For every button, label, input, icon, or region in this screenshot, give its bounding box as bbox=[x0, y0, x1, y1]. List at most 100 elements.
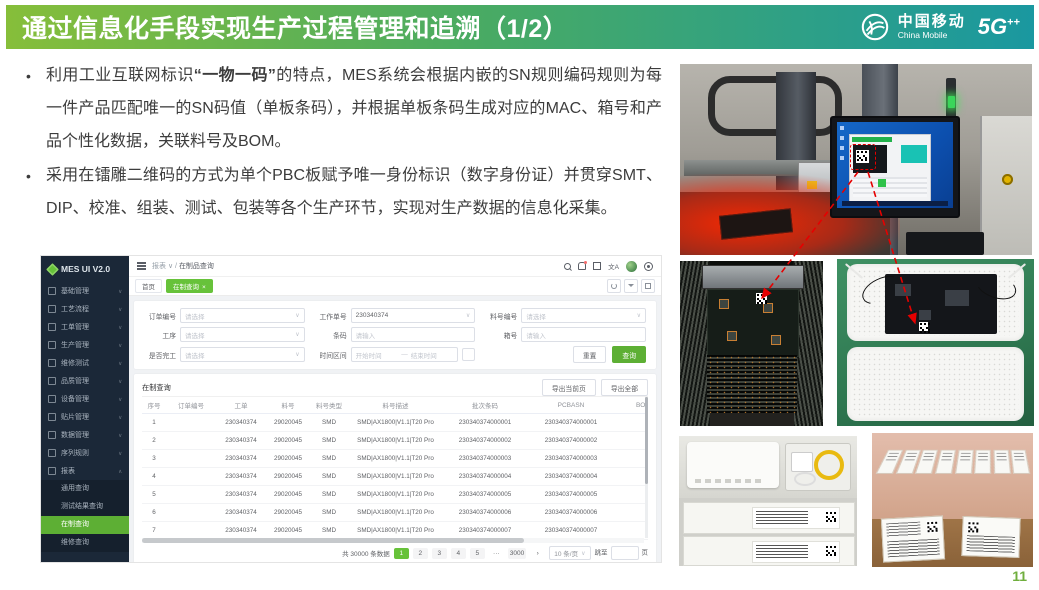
table-cell: 230340374000006 bbox=[443, 504, 527, 522]
sidebar-subitem[interactable]: 通用查询 bbox=[41, 480, 129, 498]
brand-cn: 中国移动 bbox=[898, 14, 966, 29]
tab-home[interactable]: 首页 bbox=[135, 279, 162, 293]
search-icon[interactable] bbox=[564, 263, 571, 270]
table-cell: SMD|AX1800|V1.1|T20 Pro bbox=[348, 486, 443, 504]
table-row[interactable]: 123034037429020045SMDSMD|AX1800|V1.1|T20… bbox=[142, 414, 648, 432]
page-number-button[interactable]: 4 bbox=[451, 548, 466, 559]
language-icon[interactable]: 文A bbox=[608, 261, 619, 271]
sidebar-item[interactable]: 数据管理∨ bbox=[41, 426, 129, 444]
breadcrumb-root[interactable]: 报表 bbox=[152, 263, 166, 270]
input-field[interactable]: 请输入 bbox=[521, 327, 646, 342]
close-icon[interactable]: × bbox=[202, 284, 206, 291]
chevron-down-icon[interactable] bbox=[624, 279, 638, 293]
select-field[interactable]: 请选择∨ bbox=[180, 308, 305, 323]
table-cell: 230340374000004 bbox=[443, 468, 527, 486]
table-row[interactable]: 223034037429020045SMDSMD|AX1800|V1.1|T20… bbox=[142, 432, 648, 450]
input-field[interactable]: 开始时间—结束时间 bbox=[351, 347, 459, 362]
export-all-button[interactable]: 导出全部 bbox=[601, 379, 648, 396]
qr-code bbox=[825, 511, 837, 523]
refresh-icon[interactable] bbox=[607, 279, 621, 293]
sidebar-item[interactable]: 贴片管理∨ bbox=[41, 408, 129, 426]
select-field[interactable]: 230340374∨ bbox=[351, 308, 476, 323]
desktop-icon bbox=[840, 126, 844, 130]
sidebar-item[interactable]: 维修测试∨ bbox=[41, 354, 129, 372]
sidebar-subitem[interactable]: 测试结果查询 bbox=[41, 498, 129, 516]
jump-input[interactable] bbox=[611, 546, 639, 560]
sidebar-item[interactable]: 工单管理∨ bbox=[41, 318, 129, 336]
sidebar-item-label: 序列规则 bbox=[61, 448, 113, 458]
filter-form: 订单编号请选择∨工作单号230340374∨料号编号请选择∨工序请选择∨条码请输… bbox=[134, 301, 656, 369]
table-cell bbox=[615, 504, 648, 522]
collapse-menu-icon[interactable] bbox=[137, 262, 146, 264]
table-cell bbox=[615, 522, 648, 540]
table-cell: 230340374000001 bbox=[443, 414, 527, 432]
notification-bell-icon[interactable] bbox=[578, 262, 586, 270]
results-card: 在制查询 导出当前页 导出全部 序号订单编号工单料号料号类型料号描述批次条码PC… bbox=[134, 374, 656, 562]
table-row[interactable]: 723034037429020045SMDSMD|AX1800|V1.1|T20… bbox=[142, 522, 648, 540]
table-row[interactable]: 423034037429020045SMDSMD|AX1800|V1.1|T20… bbox=[142, 468, 648, 486]
pagination-total: 共 30000 条数据 bbox=[342, 548, 390, 558]
export-current-page-button[interactable]: 导出当前页 bbox=[542, 379, 596, 396]
reset-button[interactable]: 重置 bbox=[573, 346, 607, 363]
router-pcb bbox=[885, 274, 997, 334]
page-number-button[interactable]: 3 bbox=[432, 548, 447, 559]
maximize-icon[interactable] bbox=[641, 279, 655, 293]
field-value: 请选择 bbox=[185, 311, 292, 321]
page-number-button[interactable]: ··· bbox=[489, 548, 504, 559]
sidebar-item[interactable]: 工艺流程 ∨ bbox=[41, 300, 129, 318]
page-number-button[interactable]: 3000 bbox=[508, 548, 526, 559]
sidebar-item[interactable]: 基础管理∨ bbox=[41, 282, 129, 300]
chevron-down-icon: ∨ bbox=[118, 378, 122, 384]
page-number-button[interactable]: 2 bbox=[413, 548, 428, 559]
input-field[interactable]: 请输入 bbox=[351, 327, 476, 342]
form-field: 时间区间开始时间—结束时间 bbox=[315, 346, 476, 363]
page-number-button[interactable]: 5 bbox=[470, 548, 485, 559]
pass-indicator bbox=[878, 179, 886, 187]
label-tag bbox=[955, 450, 973, 474]
page-title: 通过信息化手段实现生产过程管理和追溯（1/2） bbox=[6, 9, 568, 45]
sidebar-item[interactable]: 序列规则∨ bbox=[41, 444, 129, 462]
mes-content: 订单编号请选择∨工作单号230340374∨料号编号请选择∨工序请选择∨条码请输… bbox=[129, 296, 661, 562]
sidebar-subitem[interactable]: 维修查询 bbox=[41, 534, 129, 552]
bullet-text: 利用工业互联网标识“一物一码”的特点，MES系统会根据内嵌的SN规则编码规则为每… bbox=[46, 60, 662, 158]
table-row[interactable]: 323034037429020045SMDSMD|AX1800|V1.1|T20… bbox=[142, 450, 648, 468]
result-panel bbox=[901, 145, 927, 163]
table-row[interactable]: 523034037429020045SMDSMD|AX1800|V1.1|T20… bbox=[142, 486, 648, 504]
column-header: 订单编号 bbox=[166, 397, 216, 414]
chip bbox=[772, 336, 780, 344]
page-size-select[interactable]: 10 条/页∨ bbox=[549, 546, 590, 560]
chip bbox=[720, 300, 728, 308]
next-page-button[interactable]: › bbox=[530, 548, 545, 559]
taskbar bbox=[842, 201, 948, 206]
select-field[interactable]: 请选择∨ bbox=[521, 308, 646, 323]
5g-text: 5G bbox=[978, 14, 1007, 39]
sidebar-subitem[interactable]: 在制查询 bbox=[41, 516, 129, 534]
calendar-icon[interactable] bbox=[462, 348, 475, 361]
page-number-button[interactable]: 1 bbox=[394, 548, 409, 559]
chevron-down-icon: ∨ bbox=[168, 263, 173, 270]
search-button[interactable]: 查询 bbox=[612, 346, 646, 363]
horizontal-scrollbar[interactable] bbox=[142, 538, 644, 543]
label-sheet bbox=[961, 516, 1020, 558]
fullscreen-icon[interactable] bbox=[593, 262, 601, 270]
sidebar-item-label: 工艺流程 bbox=[61, 304, 113, 314]
sidebar-item[interactable]: 品质管理∨ bbox=[41, 372, 129, 390]
table-row[interactable]: 623034037429020045SMDSMD|AX1800|V1.1|T20… bbox=[142, 504, 648, 522]
label-tag bbox=[993, 450, 1010, 474]
sidebar-item[interactable]: 生产管理∨ bbox=[41, 336, 129, 354]
brand-en: China Mobile bbox=[898, 31, 966, 40]
avatar[interactable] bbox=[626, 261, 637, 272]
sidebar-item-report[interactable]: 报表∧ bbox=[41, 462, 129, 480]
settings-gear-icon[interactable] bbox=[644, 262, 653, 271]
table-cell bbox=[615, 450, 648, 468]
select-field[interactable]: 请选择∨ bbox=[180, 347, 305, 362]
china-mobile-logo bbox=[860, 12, 890, 42]
select-field[interactable]: 请选择∨ bbox=[180, 327, 305, 342]
jump-label: 跳至 bbox=[595, 550, 608, 557]
tab-active[interactable]: 在制查询× bbox=[166, 279, 213, 293]
sidebar-item[interactable]: 设备管理∨ bbox=[41, 390, 129, 408]
table-cell bbox=[166, 450, 216, 468]
chevron-down-icon: ∨ bbox=[118, 306, 122, 312]
table-cell bbox=[166, 522, 216, 540]
vertical-scrollbar[interactable] bbox=[645, 397, 649, 538]
